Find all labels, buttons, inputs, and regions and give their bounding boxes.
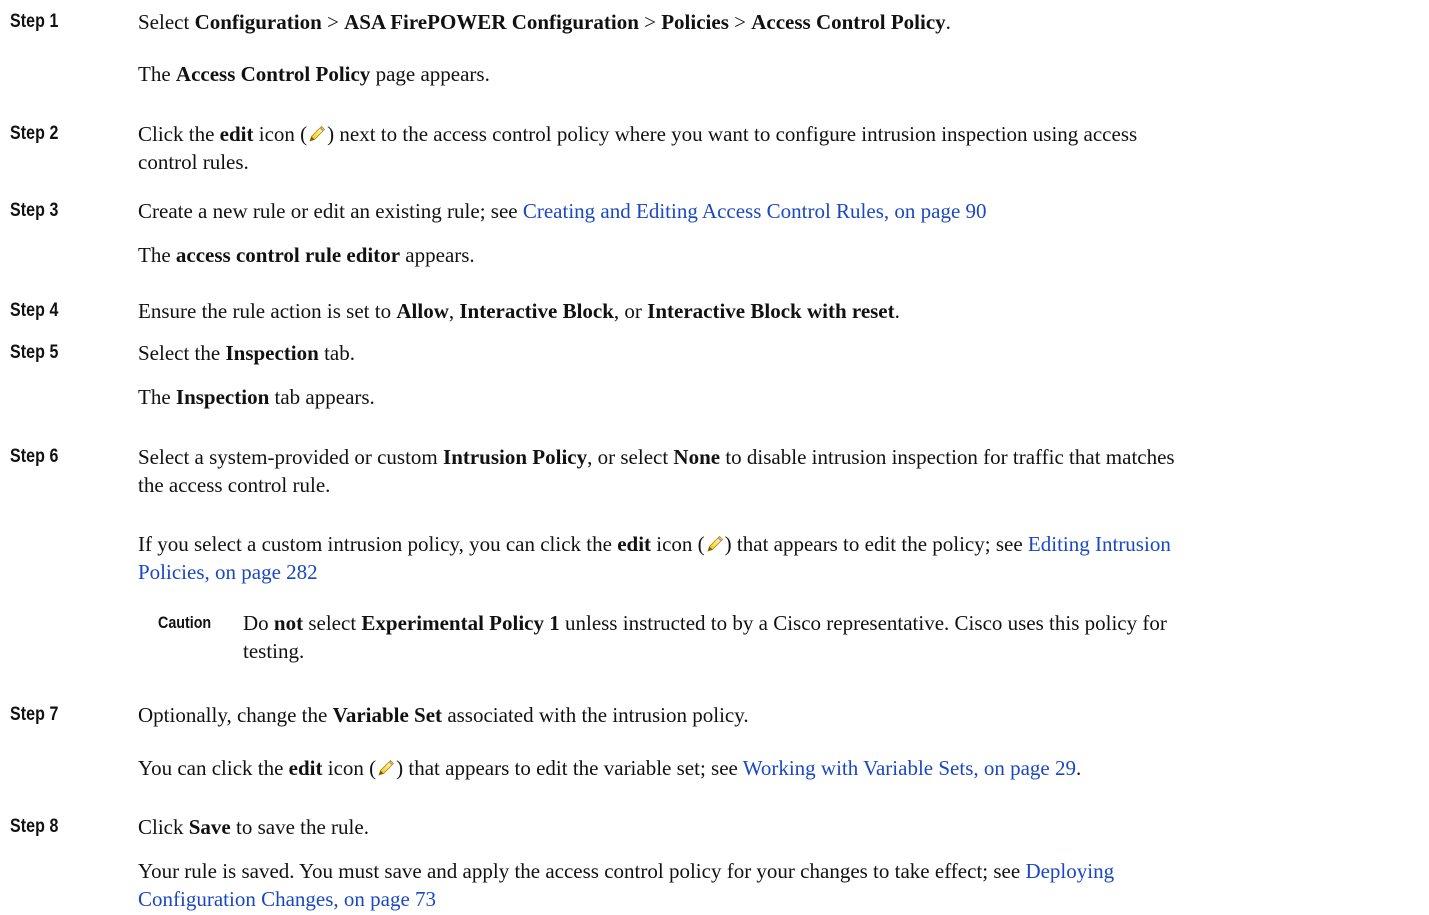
document-page: Step 1 Select Configuration > ASA FirePO… [0,0,1429,915]
step-3-label: Step 3 [10,200,59,221]
step-6-label: Step 6 [10,446,59,467]
step-4-text: Ensure the rule action is set to Allow, … [138,299,900,323]
step-4-label: Step 4 [10,300,59,321]
step-8-result-line2: Configuration Changes, on page 73 [138,886,436,913]
step-7-label: Step 7 [10,704,59,725]
step-3-text: Create a new rule or edit an existing ru… [138,199,987,223]
step-2-text-line2: control rules. [138,150,249,174]
deploying-configuration-changes-link-continued[interactable]: Configuration Changes, on page 73 [138,887,436,911]
editing-intrusion-policies-link-continued[interactable]: Policies, on page 282 [138,560,318,584]
step-5-label: Step 5 [10,342,59,363]
step-1-result: The Access Control Policy page appears. [138,62,490,86]
step-5-text: Select the Inspection tab. [138,341,355,365]
step-6-text-line2: the access control rule. [138,473,331,497]
step-3-result: The access control rule editor appears. [138,243,475,267]
pencil-icon [376,758,396,778]
deploying-configuration-changes-link[interactable]: Deploying [1025,859,1114,883]
step-8-result: Your rule is saved. You must save and ap… [138,859,1115,883]
working-with-variable-sets-link[interactable]: Working with Variable Sets, on page 29 [743,756,1076,780]
step-7-note: You can click the edit icon () that appe… [138,756,1082,780]
caution-label: Caution [158,613,212,632]
step-6-note-line2: Policies, on page 282 [138,559,318,586]
caution-text: Do not select Experimental Policy 1 unle… [243,611,1167,635]
step-8-label: Step 8 [10,816,59,837]
step-1-text: Select Configuration > ASA FirePOWER Con… [138,10,951,34]
editing-intrusion-policies-link[interactable]: Editing Intrusion [1028,532,1171,556]
step-1-label: Step 1 [10,11,59,32]
step-6-note: If you select a custom intrusion policy,… [138,532,1171,556]
step-2-text: Click the edit icon () next to the acces… [138,122,1138,146]
step-8-text: Click Save to save the rule. [138,815,369,839]
step-2-label: Step 2 [10,123,59,144]
pencil-icon [307,124,327,144]
caution-text-line2: testing. [243,639,305,663]
step-6-text: Select a system-provided or custom Intru… [138,445,1175,469]
step-7-text: Optionally, change the Variable Set asso… [138,703,749,727]
step-5-result: The Inspection tab appears. [138,385,375,409]
pencil-icon [705,534,725,554]
creating-editing-access-control-rules-link[interactable]: Creating and Editing Access Control Rule… [523,199,987,223]
